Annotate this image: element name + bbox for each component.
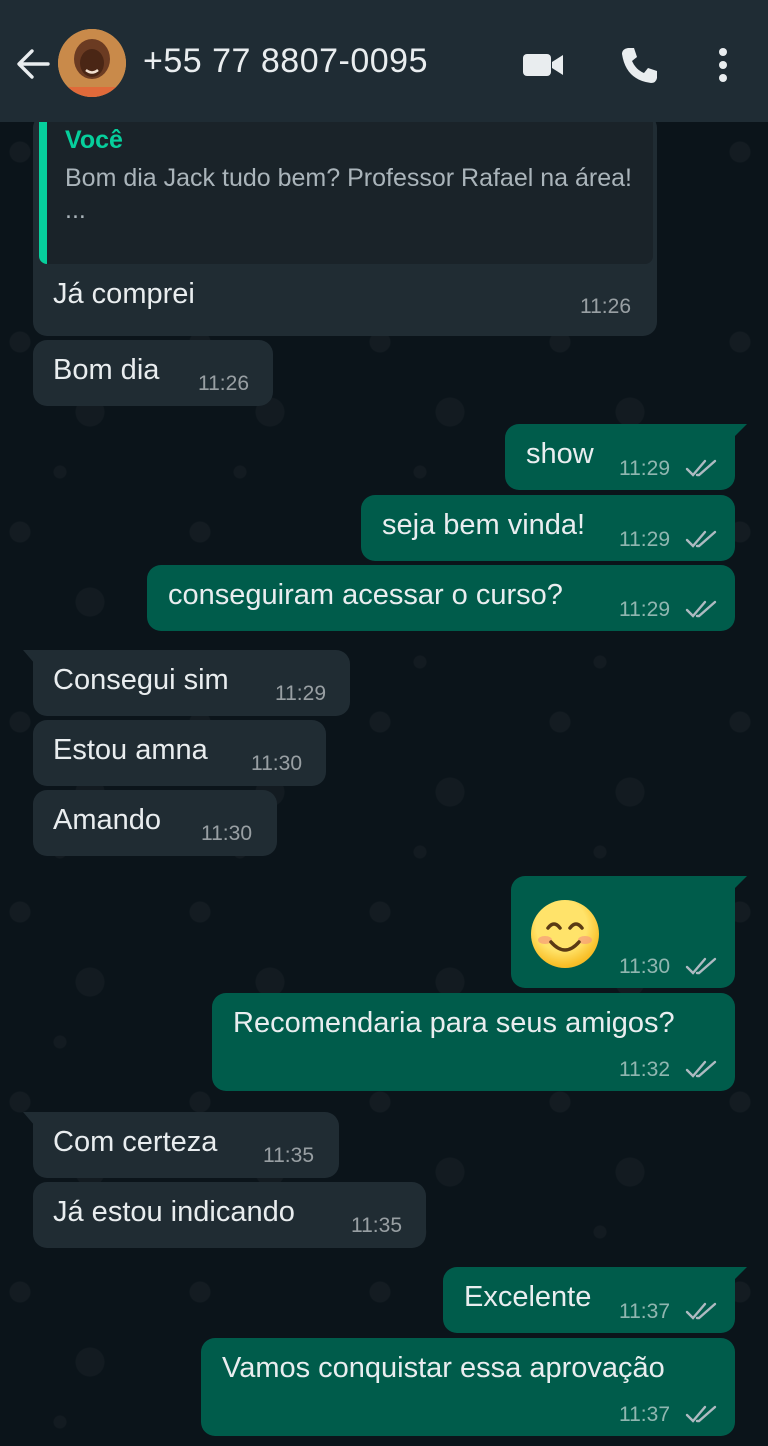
phone-icon[interactable] bbox=[616, 42, 662, 88]
message-time: 11:26 bbox=[198, 372, 249, 395]
message-time: 11:29 bbox=[275, 682, 326, 705]
avatar-portrait-icon bbox=[58, 29, 126, 97]
read-ticks-icon bbox=[685, 530, 717, 548]
message-text: Com certeza bbox=[53, 1126, 218, 1158]
outgoing-message[interactable]: show 11:29 bbox=[505, 424, 747, 490]
message-text: show bbox=[526, 438, 594, 470]
message-time: 11:30 bbox=[201, 822, 252, 845]
read-ticks-icon bbox=[685, 1060, 717, 1078]
read-ticks-icon bbox=[685, 459, 717, 477]
message-text: Já estou indicando bbox=[53, 1196, 295, 1228]
read-ticks-icon bbox=[685, 600, 717, 618]
quote-text: Bom dia Jack tudo bem? Professor Rafael … bbox=[65, 164, 632, 224]
smiling-face-emoji bbox=[531, 900, 599, 968]
incoming-message[interactable]: Já estou indicando 11:35 bbox=[33, 1182, 426, 1248]
message-time: 11:35 bbox=[263, 1144, 314, 1167]
message-text: Vamos conquistar essa aprovação bbox=[222, 1352, 665, 1384]
message-text: seja bem vinda! bbox=[382, 509, 586, 541]
back-arrow-icon[interactable] bbox=[12, 44, 52, 84]
smiling-face-icon bbox=[538, 922, 592, 952]
message-time: 11:35 bbox=[351, 1214, 402, 1237]
incoming-message[interactable]: Com certeza 11:35 bbox=[23, 1112, 339, 1178]
message-time: 11:26 bbox=[580, 295, 631, 318]
bubble-tail bbox=[733, 1267, 747, 1281]
chat-header: +55 77 8807-0095 bbox=[0, 0, 768, 122]
message-text: Já comprei bbox=[53, 278, 195, 310]
quote-author: Você bbox=[65, 126, 123, 154]
message-time: 11:32 bbox=[619, 1058, 670, 1081]
incoming-message-reply[interactable]: Você Bom dia Jack tudo bem? Professor Ra… bbox=[33, 122, 657, 336]
outgoing-message[interactable]: Recomendaria para seus amigos? 11:32 bbox=[212, 993, 735, 1091]
message-text: Consegui sim bbox=[53, 664, 229, 696]
incoming-message[interactable]: Consegui sim 11:29 bbox=[23, 650, 350, 716]
outgoing-emoji-message[interactable]: 11:30 bbox=[511, 876, 747, 988]
contact-name[interactable]: +55 77 8807-0095 bbox=[143, 42, 428, 81]
bubble-tail bbox=[23, 650, 35, 664]
incoming-message[interactable]: Bom dia 11:26 bbox=[33, 340, 273, 406]
chat-messages-area[interactable]: Você Bom dia Jack tudo bem? Professor Ra… bbox=[0, 122, 768, 1446]
bubble-tail bbox=[733, 876, 747, 890]
message-time: 11:29 bbox=[619, 598, 670, 621]
message-text: Recomendaria para seus amigos? bbox=[233, 1007, 675, 1039]
incoming-message[interactable]: Estou amna 11:30 bbox=[33, 720, 326, 786]
outgoing-message[interactable]: seja bem vinda! 11:29 bbox=[361, 495, 735, 561]
read-ticks-icon bbox=[685, 1405, 717, 1423]
video-call-icon[interactable] bbox=[520, 42, 566, 88]
contact-avatar[interactable] bbox=[58, 29, 126, 97]
message-time: 11:37 bbox=[619, 1300, 670, 1323]
incoming-message[interactable]: Amando 11:30 bbox=[33, 790, 277, 856]
outgoing-message[interactable]: conseguiram acessar o curso? 11:29 bbox=[147, 565, 735, 631]
message-time: 11:29 bbox=[619, 457, 670, 480]
message-text: Bom dia bbox=[53, 354, 160, 386]
more-options-icon[interactable] bbox=[700, 42, 746, 88]
message-time: 11:37 bbox=[619, 1403, 670, 1426]
message-time: 11:30 bbox=[619, 955, 670, 978]
outgoing-message[interactable]: Vamos conquistar essa aprovação 11:37 bbox=[201, 1338, 735, 1436]
message-text: conseguiram acessar o curso? bbox=[168, 579, 563, 611]
message-text: Excelente bbox=[464, 1281, 592, 1313]
message-time: 11:29 bbox=[619, 528, 670, 551]
read-ticks-icon bbox=[685, 957, 717, 975]
read-ticks-icon bbox=[685, 1302, 717, 1320]
message-text: Estou amna bbox=[53, 734, 208, 766]
quoted-message[interactable]: Você Bom dia Jack tudo bem? Professor Ra… bbox=[39, 122, 653, 264]
message-time: 11:30 bbox=[251, 752, 302, 775]
bubble-tail bbox=[23, 1112, 35, 1126]
bubble-tail bbox=[733, 424, 747, 438]
outgoing-message[interactable]: Excelente 11:37 bbox=[443, 1267, 747, 1333]
message-text: Amando bbox=[53, 804, 162, 836]
